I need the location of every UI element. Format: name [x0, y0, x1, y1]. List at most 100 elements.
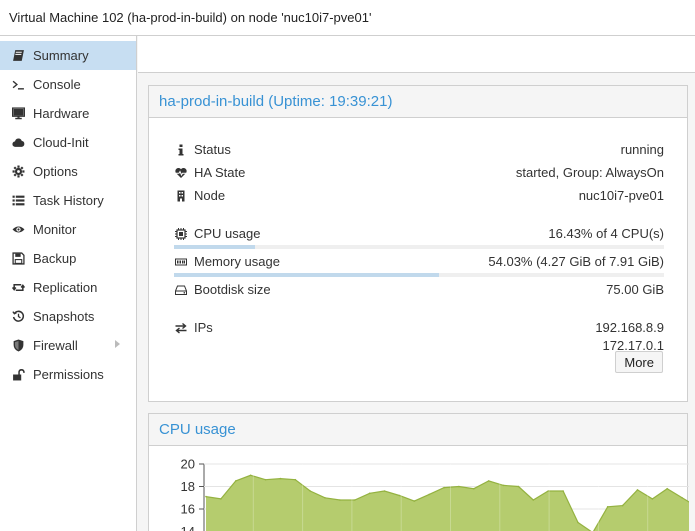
cpu-data-point[interactable] [621, 504, 624, 507]
cpu-usage-chart: 20 18 16 14 [181, 457, 689, 531]
cpu-panel-header: CPU usage [149, 414, 687, 446]
node-label: Node [194, 188, 226, 203]
sidebar-item-console[interactable]: Console [0, 70, 136, 99]
cpu-data-point[interactable] [636, 489, 639, 491]
list-icon [10, 193, 26, 209]
cpu-data-point[interactable] [413, 500, 416, 502]
cpu-icon [174, 227, 188, 241]
sidebar: Summary Console Hardware Cloud-Init Options T… [0, 36, 137, 531]
history-icon [10, 309, 26, 325]
memory-usage-value: 54.03% (4.27 GiB of 7.91 GiB) [488, 254, 664, 269]
cpu-usage-area [206, 475, 689, 531]
sidebar-item-label: Console [33, 77, 81, 92]
ha-state-value: started, Group: AlwaysOn [515, 165, 664, 180]
status-label: Status [194, 142, 231, 157]
cpu-data-point[interactable] [606, 506, 609, 508]
cpu-data-point[interactable] [502, 484, 505, 487]
sidebar-item-label: Backup [33, 251, 77, 266]
cpu-data-point[interactable] [651, 498, 654, 500]
sidebar-item-firewall[interactable]: Firewall [0, 331, 136, 360]
y-tick-label: 14 [181, 524, 195, 531]
cpu-data-point[interactable] [443, 486, 445, 489]
hdd-icon [174, 283, 188, 297]
cpu-data-point[interactable] [354, 499, 356, 501]
unlock-icon [10, 367, 26, 383]
ha-state-label: HA State [194, 165, 246, 180]
cpu-usage-bar [174, 245, 664, 249]
sidebar-item-monitor[interactable]: Monitor [0, 215, 136, 244]
cpu-data-point[interactable] [368, 492, 371, 495]
ip-value: 192.168.8.9 [595, 320, 664, 335]
cpu-data-point[interactable] [517, 485, 520, 488]
eye-icon [10, 222, 26, 238]
ips-row: IPs 192.168.8.9 [174, 319, 664, 337]
cpu-data-point[interactable] [339, 499, 341, 501]
cpu-data-point[interactable] [666, 487, 668, 490]
cpu-data-point[interactable] [562, 490, 564, 492]
floppy-icon [10, 251, 26, 267]
summary-title: ha-prod-in-build (Uptime: 19:39:21) [159, 93, 393, 110]
sidebar-item-cloud-init[interactable]: Cloud-Init [0, 128, 136, 157]
cpu-data-point[interactable] [577, 521, 579, 524]
cpu-usage-panel: CPU usage 20 18 16 14 [148, 413, 689, 531]
cpu-data-point[interactable] [235, 480, 237, 482]
submenu-arrow-icon [115, 340, 120, 348]
cpu-data-point[interactable] [264, 478, 267, 481]
cpu-data-point[interactable] [458, 485, 460, 488]
book-icon [10, 48, 26, 64]
exchange-icon [174, 321, 188, 335]
more-ips-button[interactable]: More [615, 351, 663, 373]
ips-label: IPs [194, 320, 213, 335]
desktop-icon [10, 106, 26, 122]
cpu-data-point[interactable] [324, 497, 326, 499]
cpu-data-point[interactable] [473, 487, 475, 490]
window-title: Virtual Machine 102 (ha-prod-in-build) o… [9, 10, 372, 25]
sidebar-item-label: Snapshots [33, 309, 95, 324]
cpu-data-point[interactable] [487, 480, 490, 482]
cpu-data-point[interactable] [279, 477, 282, 480]
cpu-data-point[interactable] [220, 498, 222, 500]
sidebar-item-backup[interactable]: Backup [0, 244, 136, 273]
sidebar-item-task-history[interactable]: Task History [0, 186, 136, 215]
main-content: ha-prod-in-build (Uptime: 19:39:21) Stat… [138, 36, 695, 531]
y-tick-label: 18 [181, 479, 195, 494]
cpu-data-point[interactable] [681, 497, 683, 499]
node-value: nuc10i7-pve01 [578, 188, 664, 203]
sidebar-item-options[interactable]: Options [0, 157, 136, 186]
sidebar-item-permissions[interactable]: Permissions [0, 360, 136, 389]
sidebar-item-hardware[interactable]: Hardware [0, 99, 136, 128]
node-row: Node nuc10i7-pve01 [174, 187, 664, 205]
cpu-data-point[interactable] [294, 478, 297, 481]
bootdisk-label: Bootdisk size [194, 282, 271, 297]
status-row: Status running [174, 141, 664, 159]
cpu-data-point[interactable] [205, 495, 207, 498]
gear-icon [10, 164, 26, 180]
summary-panel: ha-prod-in-build (Uptime: 19:39:21) Stat… [148, 85, 688, 402]
sidebar-item-summary[interactable]: Summary [0, 41, 136, 70]
cpu-data-point[interactable] [398, 494, 401, 497]
bootdisk-value: 75.00 GiB [606, 282, 664, 297]
ha-state-row: HA State started, Group: AlwaysOn [174, 164, 664, 182]
cpu-usage-row: CPU usage 16.43% of 4 CPU(s) [174, 225, 664, 243]
cpu-data-point[interactable] [532, 499, 535, 501]
memory-icon [174, 255, 188, 269]
shield-icon [10, 338, 26, 354]
toolbar [138, 36, 695, 73]
cpu-data-point[interactable] [309, 490, 311, 492]
sidebar-item-snapshots[interactable]: Snapshots [0, 302, 136, 331]
cpu-usage-label: CPU usage [194, 226, 261, 241]
cpu-data-point[interactable] [428, 493, 431, 496]
ips-row-2: 172.17.0.1 [174, 337, 664, 355]
sidebar-item-label: Options [33, 164, 78, 179]
memory-usage-row: Memory usage 54.03% (4.27 GiB of 7.91 Gi… [174, 253, 664, 271]
cpu-data-point[interactable] [249, 474, 252, 477]
y-tick-label: 20 [181, 457, 195, 472]
sidebar-item-label: Firewall [33, 338, 78, 353]
sidebar-item-label: Monitor [33, 222, 77, 237]
heartbeat-icon [174, 166, 188, 180]
building-icon [174, 189, 188, 203]
summary-body: Status running HA State started, Group: … [149, 118, 687, 401]
sidebar-item-replication[interactable]: Replication [0, 273, 136, 302]
title-bar: Virtual Machine 102 (ha-prod-in-build) o… [0, 0, 695, 36]
cpu-data-point[interactable] [383, 490, 386, 492]
